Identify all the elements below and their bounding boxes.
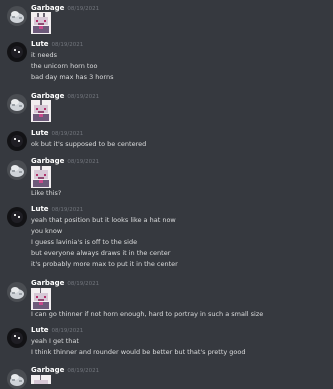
lute-avatar[interactable]	[7, 131, 27, 151]
author-name[interactable]: Garbage	[31, 4, 64, 12]
message-text: I can go thinner if not horn enough, har…	[31, 310, 264, 318]
message-text: but everyone always draws it in the cent…	[31, 249, 171, 257]
pixel-art-emoji[interactable]	[31, 100, 51, 122]
author-name[interactable]: Garbage	[31, 279, 64, 287]
author-name[interactable]: Lute	[31, 129, 49, 137]
message-text: it's probably more max to put it in the …	[31, 260, 178, 268]
author-name[interactable]: Garbage	[31, 366, 64, 374]
timestamp: 08/19/2021	[67, 281, 100, 287]
lute-avatar[interactable]	[7, 328, 27, 348]
message-header: Lute 08/19/2021	[31, 129, 83, 139]
message-text: you know	[31, 227, 63, 235]
timestamp: 08/19/2021	[51, 42, 84, 48]
message-header: Lute 08/19/2021	[31, 326, 83, 336]
pixel-art-emoji[interactable]	[31, 288, 51, 310]
pixel-art-emoji[interactable]	[31, 166, 51, 188]
pixel-art-emoji[interactable]	[31, 12, 51, 34]
message-text: Like this?	[31, 189, 62, 197]
author-name[interactable]: Lute	[31, 326, 49, 334]
lute-avatar[interactable]	[7, 207, 27, 227]
message-text: yeah that position but it looks like a h…	[31, 216, 176, 224]
pixel-art-emoji[interactable]	[31, 375, 51, 384]
timestamp: 08/19/2021	[67, 6, 100, 12]
message-header: Lute 08/19/2021	[31, 205, 83, 215]
message-text: bad day max has 3 horns	[31, 73, 114, 81]
garbage-avatar[interactable]	[7, 94, 27, 114]
message-text: yeah I get that	[31, 337, 79, 345]
message-text: the unicorn horn too	[31, 62, 98, 70]
lute-avatar[interactable]	[7, 42, 27, 62]
message-text: ok but it's supposed to be centered	[31, 140, 147, 148]
message-text: it needs	[31, 51, 58, 59]
timestamp: 08/19/2021	[67, 94, 100, 100]
garbage-avatar[interactable]	[7, 160, 27, 180]
author-name[interactable]: Garbage	[31, 157, 64, 165]
garbage-avatar[interactable]	[7, 369, 27, 389]
timestamp: 08/19/2021	[67, 368, 100, 374]
message-header: Lute 08/19/2021	[31, 40, 83, 50]
message-text: I guess lavinia's is off to the side	[31, 238, 138, 246]
author-name[interactable]: Lute	[31, 205, 49, 213]
author-name[interactable]: Garbage	[31, 92, 64, 100]
timestamp: 08/19/2021	[51, 328, 84, 334]
garbage-avatar[interactable]	[7, 282, 27, 302]
message-text: I think thinner and rounder would be bet…	[31, 348, 246, 356]
timestamp: 08/19/2021	[51, 131, 84, 137]
author-name[interactable]: Lute	[31, 40, 49, 48]
timestamp: 08/19/2021	[51, 207, 84, 213]
garbage-avatar[interactable]	[7, 6, 27, 26]
timestamp: 08/19/2021	[67, 159, 100, 165]
